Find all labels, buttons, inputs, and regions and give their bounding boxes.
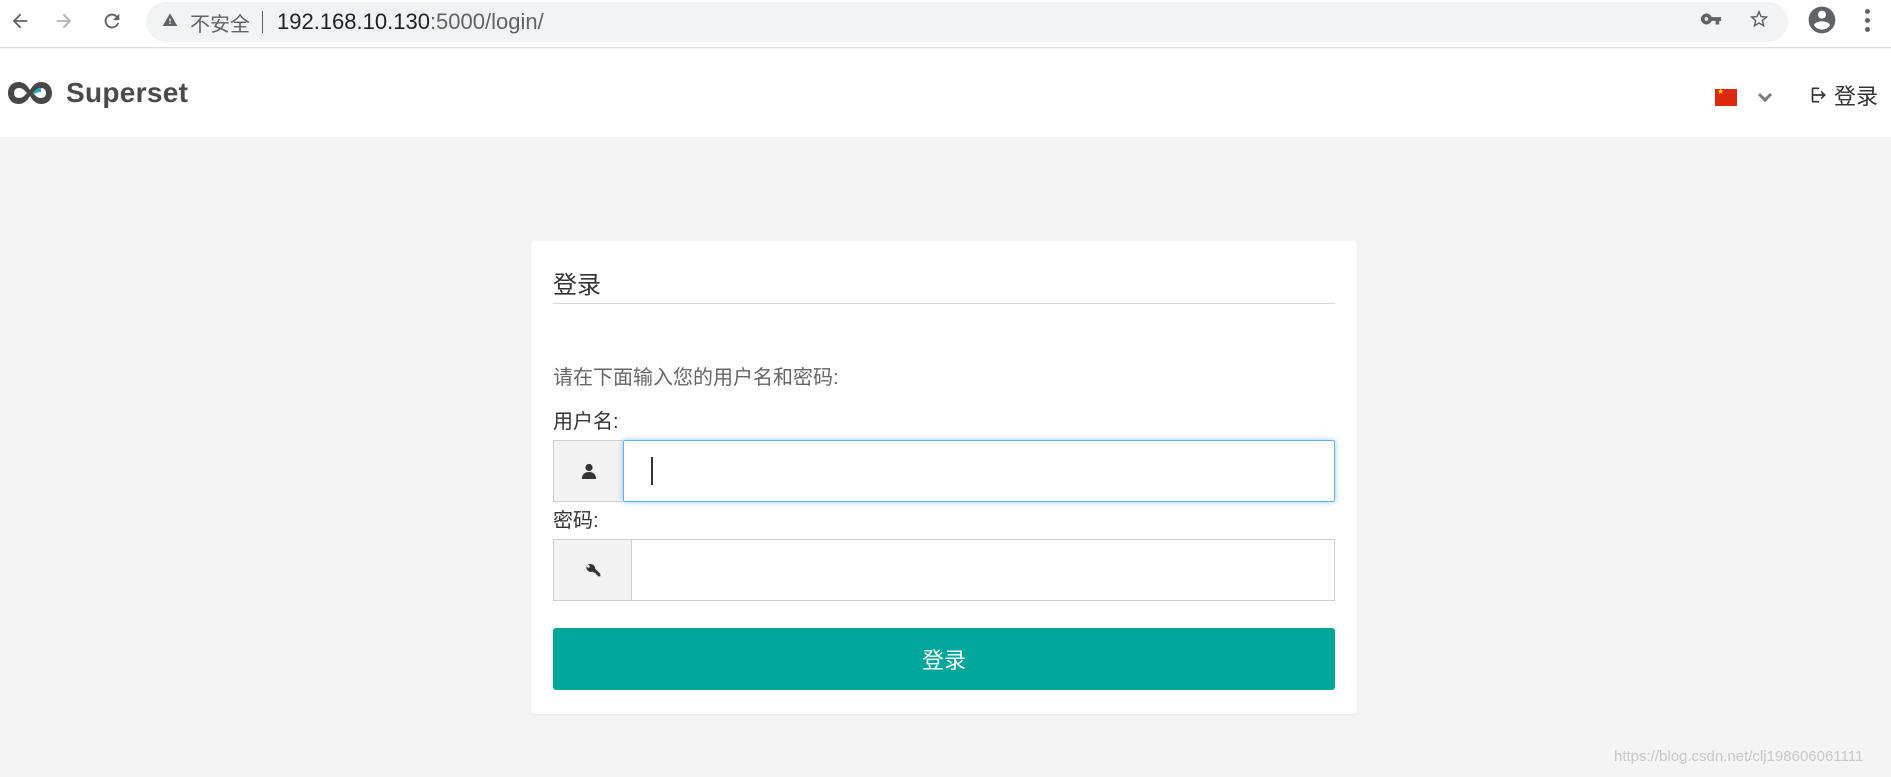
password-label: 密码: bbox=[553, 510, 599, 532]
chevron-down-icon bbox=[1757, 91, 1773, 109]
url-path: :5000/login/ bbox=[429, 9, 544, 34]
title-divider bbox=[553, 303, 1335, 304]
password-input[interactable] bbox=[631, 539, 1335, 601]
username-label: 用户名: bbox=[553, 411, 619, 433]
username-input[interactable] bbox=[623, 440, 1335, 502]
app-navbar: Superset 登录 bbox=[0, 49, 1891, 137]
user-icon bbox=[581, 463, 596, 479]
language-selector[interactable] bbox=[1715, 85, 1773, 109]
address-separator bbox=[262, 11, 263, 33]
watermark-text: https://blog.csdn.net/clj198606061111 bbox=[1614, 748, 1864, 765]
brand-name: Superset bbox=[66, 77, 189, 108]
username-addon bbox=[553, 440, 623, 502]
superset-logo-icon bbox=[8, 82, 52, 104]
browser-menu-icon[interactable] bbox=[1852, 4, 1882, 36]
password-addon bbox=[553, 539, 631, 601]
address-bar[interactable]: 不安全 192.168.10.130:5000/login/ bbox=[146, 2, 1788, 42]
key-icon bbox=[585, 564, 600, 577]
omnibox-actions bbox=[1700, 2, 1770, 42]
security-status[interactable]: 不安全 bbox=[190, 8, 250, 37]
panel-title: 登录 bbox=[553, 272, 601, 299]
brand-link[interactable]: Superset bbox=[6, 77, 188, 109]
navbar-login-link[interactable]: 登录 bbox=[1810, 79, 1878, 111]
browser-toolbar: 不安全 192.168.10.130:5000/login/ bbox=[0, 0, 1891, 48]
back-arrow-icon bbox=[12, 13, 28, 29]
forward-arrow-icon bbox=[56, 13, 72, 29]
profile-avatar-icon[interactable] bbox=[1806, 4, 1838, 36]
username-group bbox=[553, 440, 1335, 502]
navbar-login-label: 登录 bbox=[1834, 84, 1879, 109]
forward-button[interactable] bbox=[44, 1, 84, 41]
text-cursor bbox=[651, 457, 653, 485]
password-key-icon[interactable] bbox=[1700, 8, 1722, 36]
reload-button[interactable] bbox=[92, 1, 132, 41]
reload-icon bbox=[104, 13, 120, 29]
sign-in-icon bbox=[1811, 87, 1826, 103]
warning-icon bbox=[162, 12, 178, 33]
password-group bbox=[553, 539, 1335, 601]
china-flag-icon bbox=[1715, 87, 1737, 106]
url-host: 192.168.10.130 bbox=[277, 9, 430, 34]
login-submit-button[interactable]: 登录 bbox=[553, 628, 1335, 690]
bookmark-star-icon[interactable] bbox=[1748, 8, 1770, 36]
login-hint: 请在下面输入您的用户名和密码: bbox=[553, 367, 839, 389]
back-button[interactable] bbox=[0, 1, 40, 41]
login-panel: 登录 请在下面输入您的用户名和密码: 用户名: 密码: 登录 bbox=[531, 241, 1357, 714]
